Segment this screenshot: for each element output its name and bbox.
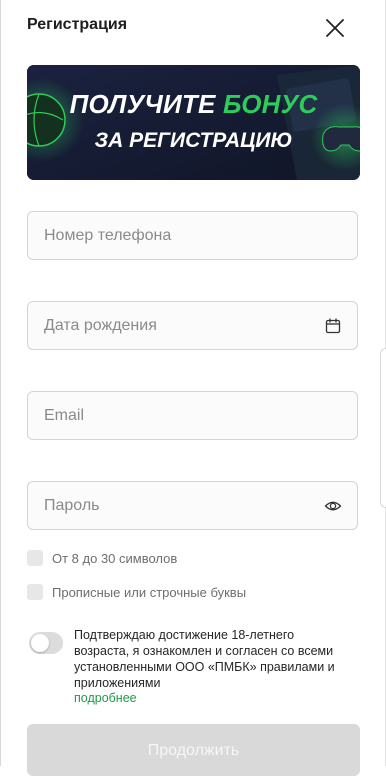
- calendar-icon[interactable]: [324, 317, 342, 335]
- toggle-knob: [31, 634, 49, 652]
- bonus-banner[interactable]: ПОЛУЧИТЕ БОНУС ЗА РЕГИСТРАЦИЮ: [27, 65, 360, 180]
- age-consent-text: Подтверждаю достижение 18-летнего возрас…: [74, 628, 335, 690]
- continue-button[interactable]: Продолжить: [27, 724, 360, 776]
- close-icon: [326, 19, 344, 37]
- rule-label: От 8 до 30 символов: [52, 551, 178, 566]
- rule-checkbox: [27, 550, 43, 566]
- banner-headline-main: ПОЛУЧИТЕ: [69, 89, 216, 119]
- password-field[interactable]: [27, 481, 358, 530]
- page-title: Регистрация: [27, 16, 128, 33]
- email-input[interactable]: [44, 392, 314, 439]
- eye-icon[interactable]: [324, 497, 342, 515]
- side-scroll-tab[interactable]: [380, 348, 386, 508]
- age-consent-toggle[interactable]: [29, 632, 63, 654]
- rule-checkbox: [27, 584, 43, 600]
- rule-label: Прописные или строчные буквы: [52, 585, 247, 600]
- banner-subheadline: ЗА РЕГИСТРАЦИЮ: [94, 129, 293, 152]
- frame-border: [0, 0, 1, 766]
- phone-input[interactable]: [44, 212, 314, 259]
- birthdate-input[interactable]: [44, 302, 314, 349]
- password-input[interactable]: [44, 482, 314, 529]
- more-info-link[interactable]: подробнее: [74, 691, 137, 705]
- banner-background: [27, 65, 360, 180]
- phone-field[interactable]: [27, 211, 358, 260]
- birthdate-field[interactable]: [27, 301, 358, 350]
- close-button[interactable]: [322, 15, 348, 41]
- banner-headline: ПОЛУЧИТЕ БОНУС: [27, 89, 360, 120]
- email-field[interactable]: [27, 391, 358, 440]
- banner-headline-accent: БОНУС: [222, 89, 318, 119]
